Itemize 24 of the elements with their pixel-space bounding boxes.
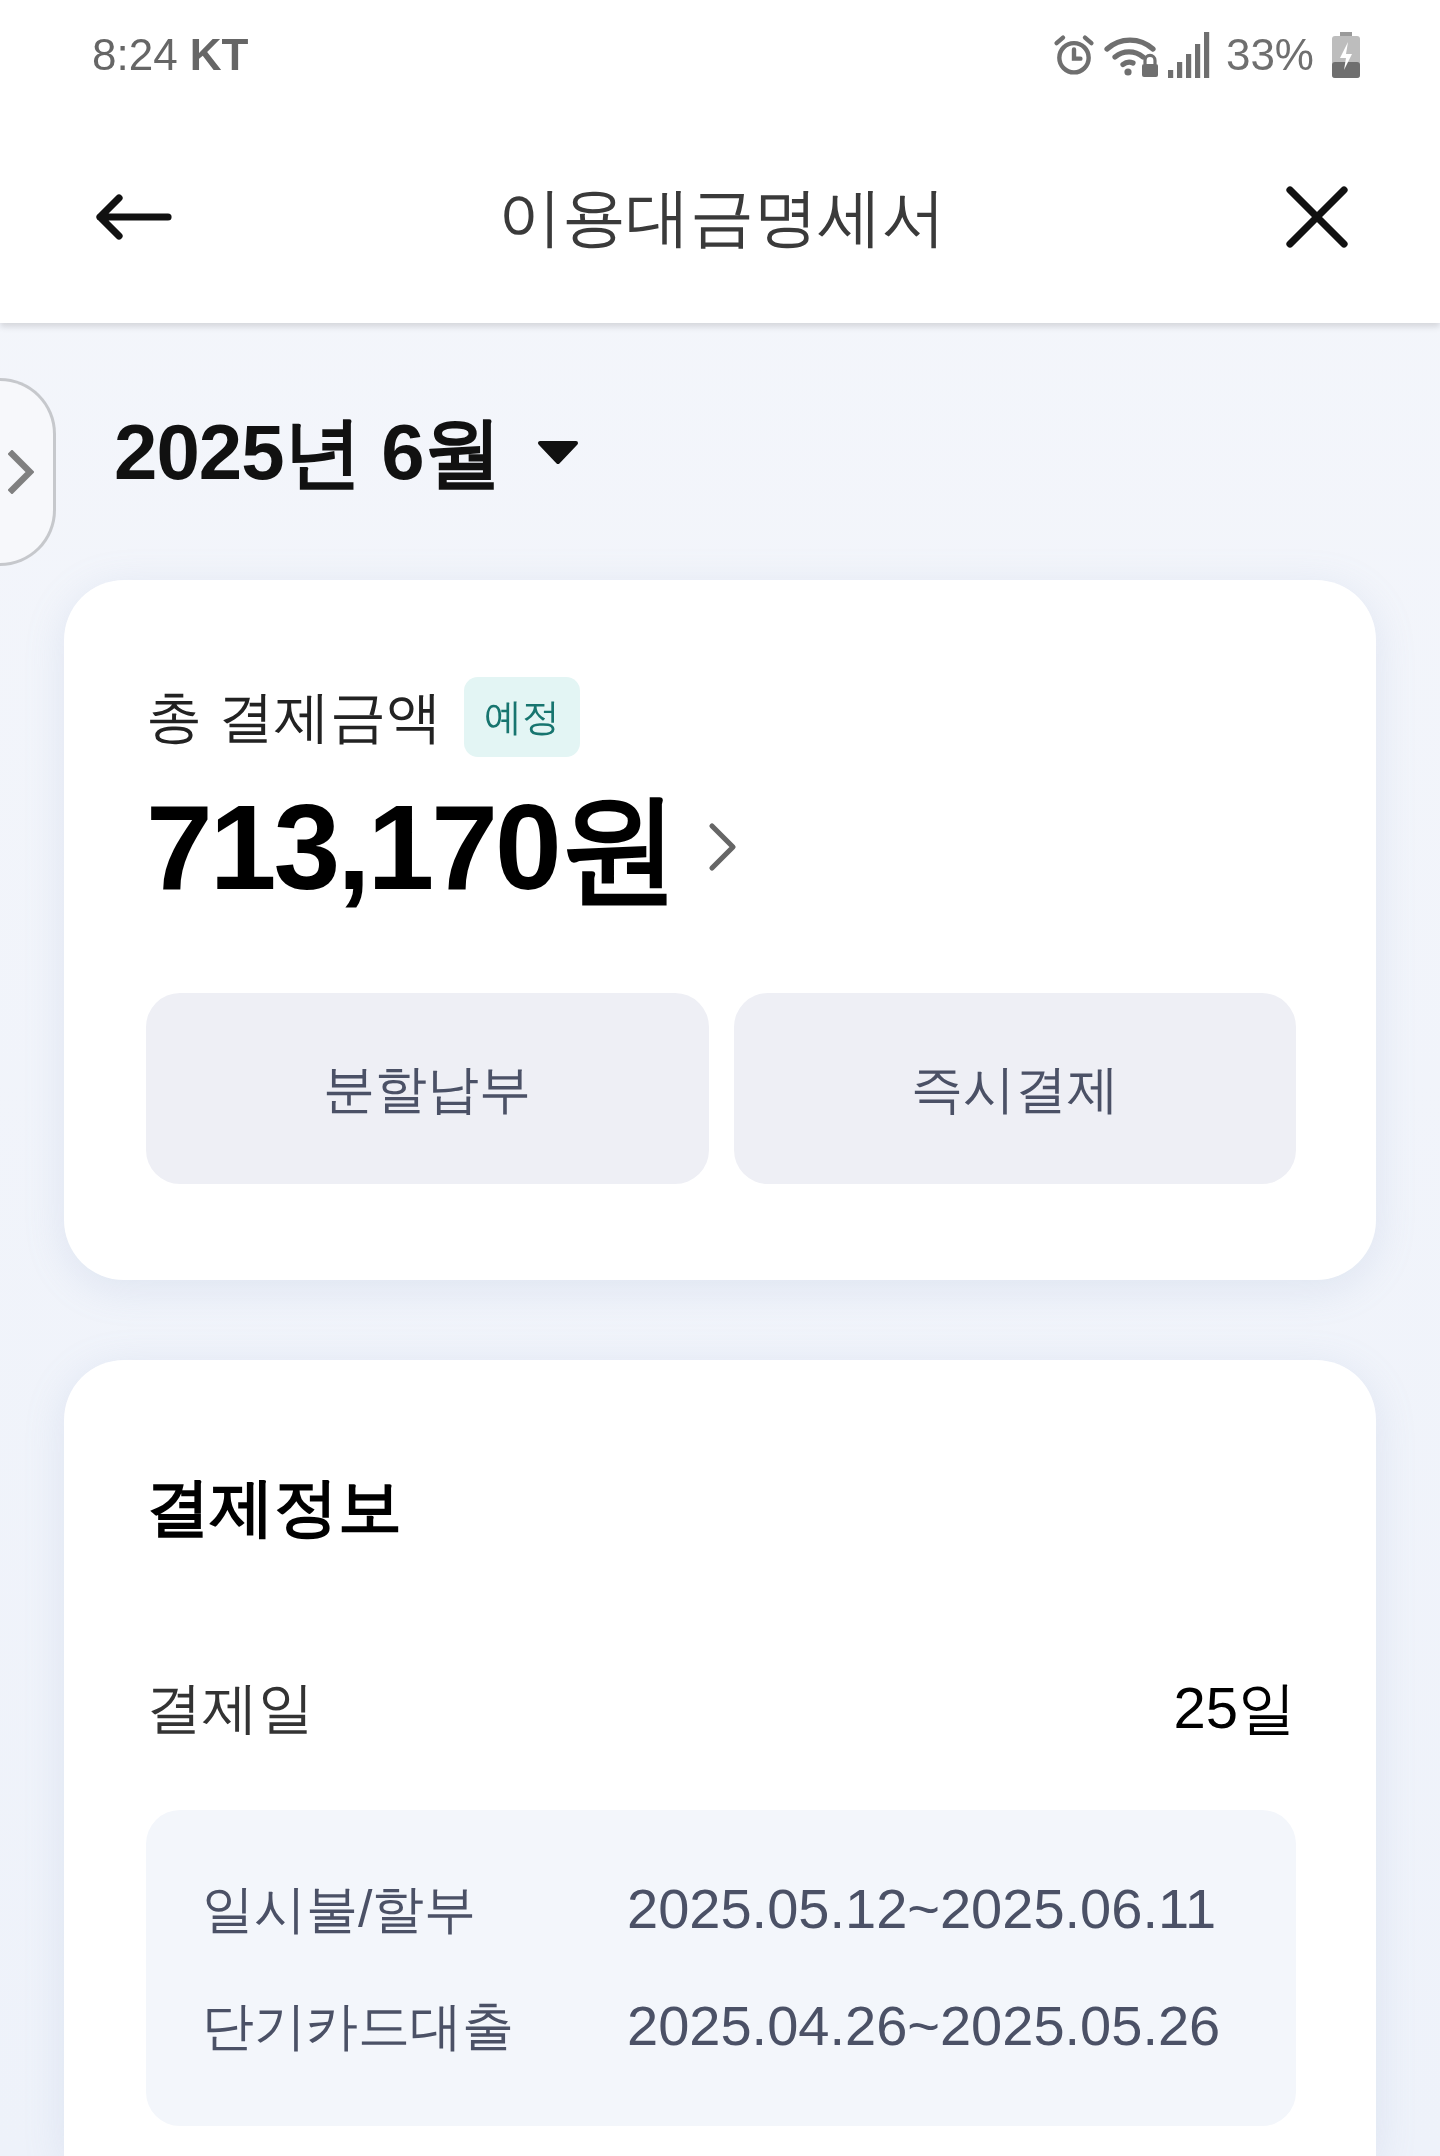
period-value: 2025.04.26~2025.05.26 bbox=[627, 1993, 1222, 2059]
total-amount-label: 총 결제금액 bbox=[146, 689, 442, 745]
chevron-right-icon bbox=[707, 822, 738, 872]
section-title: 결제정보 bbox=[146, 1470, 403, 1545]
battery-icon bbox=[1332, 32, 1360, 78]
row-label: 결제일 bbox=[146, 1674, 314, 1741]
action-button[interactable]: 즉시결제 bbox=[733, 993, 1296, 1184]
page-title: 이용대금명세서 bbox=[498, 184, 946, 249]
period-value: 2025.05.12~2025.06.11 bbox=[627, 1876, 1218, 1942]
period-label: 일시불/할부 bbox=[202, 1879, 478, 1940]
status-badge: 예정 bbox=[463, 677, 580, 757]
carrier-name: KT bbox=[189, 29, 249, 81]
caret-down-icon bbox=[536, 439, 579, 466]
chevron-right-icon bbox=[8, 450, 34, 494]
status-time: 8:24 bbox=[92, 29, 178, 81]
arrow-left-icon bbox=[96, 193, 172, 240]
month-selector[interactable]: 2025년 6월 bbox=[114, 406, 579, 500]
row-value: 25일 bbox=[1173, 1674, 1296, 1742]
alarm-icon bbox=[1051, 33, 1096, 77]
close-icon bbox=[1286, 185, 1348, 248]
total-amount-link[interactable]: 713,170원 bbox=[146, 787, 738, 907]
battery-percent: 33% bbox=[1225, 29, 1314, 81]
action-button[interactable]: 분할납부 bbox=[146, 993, 709, 1184]
period-label: 단기카드대출 bbox=[202, 1996, 515, 2057]
